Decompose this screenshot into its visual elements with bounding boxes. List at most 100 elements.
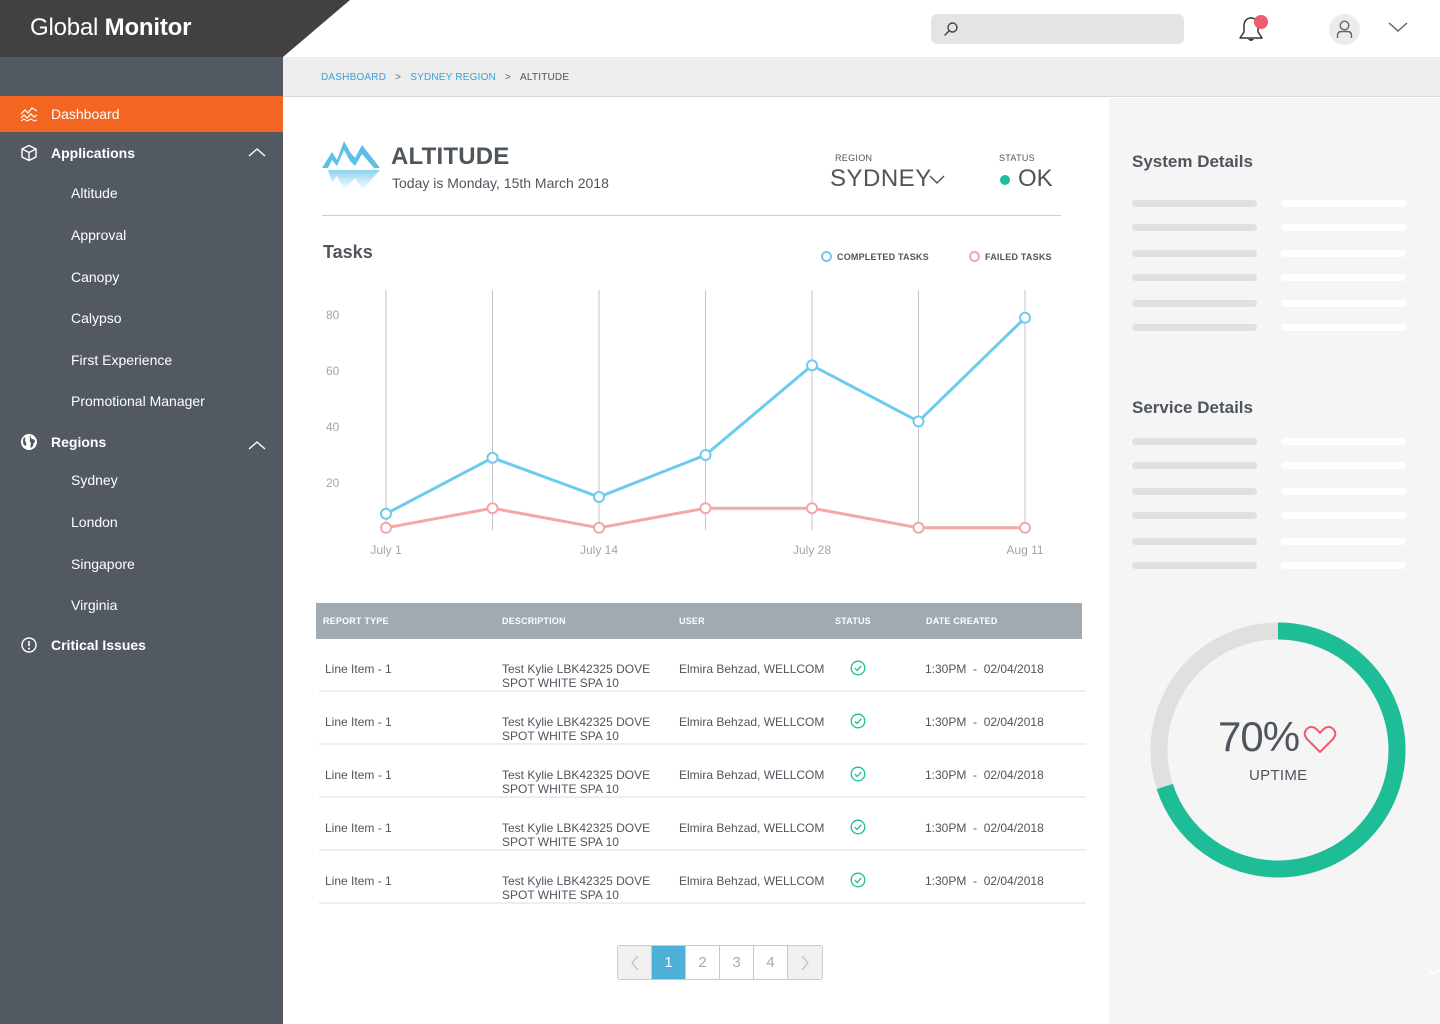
chevron-down-icon[interactable] [929, 175, 945, 185]
notifications-button[interactable] [1236, 14, 1268, 46]
check-circle-icon[interactable] [850, 819, 866, 838]
pagination-page-4[interactable]: 4 [754, 946, 788, 979]
breadcrumb-current: ALTITUDE [520, 72, 570, 83]
data-point-failed-tasks[interactable] [1019, 521, 1031, 534]
data-point-completed-tasks[interactable] [380, 507, 392, 520]
status-value: OK [1018, 165, 1053, 192]
uptime-value: 70% [1218, 713, 1300, 760]
sidebar-subitem-virginia[interactable]: Virginia [0, 590, 283, 620]
sidebar-subitem-first-experience[interactable]: First Experience [0, 345, 283, 375]
heart-icon[interactable] [1303, 725, 1337, 755]
pagination-page-1[interactable]: 1 [652, 946, 686, 979]
search-input[interactable] [967, 14, 1177, 44]
breadcrumb-dashboard[interactable]: DASHBOARD [321, 72, 386, 83]
legend-ring-icon [821, 251, 832, 263]
cell-report-type: Line Item - 1 [325, 821, 392, 835]
cell-report-type: Line Item - 1 [325, 874, 392, 888]
skeleton-line [1281, 300, 1406, 307]
pagination-page-2[interactable]: 2 [686, 946, 720, 979]
sidebar-item-regions[interactable]: Regions [0, 424, 283, 460]
table-body: Line Item - 1 Test Kylie LBK42325 DOVE SP… [316, 639, 1086, 904]
skeleton-line [1132, 438, 1257, 445]
altitude-mountain-logo-icon [322, 141, 380, 190]
sidebar-item-applications[interactable]: Applications [0, 135, 283, 171]
region-dropdown[interactable]: SYDNEY [830, 165, 932, 193]
column-header-date-created[interactable]: DATE CREATED [926, 616, 998, 626]
check-circle-icon[interactable] [850, 660, 866, 679]
breadcrumb-separator: > [395, 72, 402, 83]
region-label: REGION [835, 153, 873, 163]
sidebar-item-critical-issues[interactable]: Critical Issues [0, 627, 283, 663]
pagination: 1 2 3 4 [617, 945, 823, 980]
breadcrumb-sydney-region[interactable]: SYDNEY REGION [410, 72, 496, 83]
data-point-failed-tasks[interactable] [486, 502, 499, 515]
sidebar-item-label: Applications [51, 145, 136, 161]
header-divider [322, 215, 1061, 216]
cell-report-type: Line Item - 1 [325, 768, 392, 782]
user-menu-chevron-icon[interactable] [1387, 20, 1409, 34]
data-point-failed-tasks[interactable] [699, 502, 712, 515]
chevron-up-icon[interactable] [248, 440, 266, 450]
data-point-failed-tasks[interactable] [912, 521, 925, 534]
x-tick-label: Aug 11 [1006, 543, 1043, 557]
skeleton-line [1132, 512, 1257, 519]
column-header-report-type[interactable]: REPORT TYPE [323, 616, 389, 626]
data-point-failed-tasks[interactable] [806, 502, 818, 515]
column-header-description[interactable]: DESCRIPTION [502, 616, 566, 626]
data-point-completed-tasks[interactable] [912, 415, 925, 428]
sidebar-subitem-singapore[interactable]: Singapore [0, 549, 283, 579]
column-header-user[interactable]: USER [679, 616, 705, 626]
panel-scroll-chevron-icon[interactable] [1426, 968, 1440, 976]
y-tick-label: 20 [326, 476, 340, 490]
pagination-prev-button[interactable] [618, 946, 652, 979]
table-row[interactable]: Line Item - 1 Test Kylie LBK42325 DOVE SP… [319, 745, 1086, 798]
check-circle-icon[interactable] [850, 872, 866, 891]
sidebar-subitem-promotional-manager[interactable]: Promotional Manager [0, 386, 283, 416]
sidebar-subitem-label: London [71, 514, 118, 530]
sidebar-subitem-sydney[interactable]: Sydney [0, 465, 283, 495]
table-row[interactable]: Line Item - 1 Test Kylie LBK42325 DOVE SP… [319, 639, 1086, 692]
table-row[interactable]: Line Item - 1 Test Kylie LBK42325 DOVE SP… [319, 851, 1086, 904]
sidebar-subitem-canopy[interactable]: Canopy [0, 262, 283, 292]
sidebar-item-label: Regions [51, 434, 107, 450]
data-point-completed-tasks[interactable] [806, 359, 818, 372]
check-circle-icon[interactable] [850, 713, 866, 732]
globe-icon [21, 434, 37, 450]
sidebar-subitem-label: Approval [71, 227, 127, 243]
column-header-status[interactable]: STATUS [835, 616, 871, 626]
legend-label: FAILED TASKS [985, 252, 1052, 262]
brand-light: Global [30, 14, 99, 41]
data-point-failed-tasks[interactable] [380, 521, 392, 534]
skeleton-line [1132, 562, 1257, 569]
cube-icon [21, 144, 37, 162]
cell-description: Test Kylie LBK42325 DOVE SPOT WHITE SPA … [502, 662, 651, 690]
skeleton-line [1132, 462, 1257, 469]
sidebar-subitem-label: Promotional Manager [71, 393, 205, 409]
data-point-completed-tasks[interactable] [486, 451, 499, 464]
pagination-next-button[interactable] [788, 946, 822, 979]
sidebar-item-label: Critical Issues [51, 637, 146, 653]
data-point-completed-tasks[interactable] [1019, 311, 1031, 324]
sidebar-subitem-approval[interactable]: Approval [0, 220, 283, 250]
chevron-up-icon[interactable] [248, 147, 266, 157]
table-row[interactable]: Line Item - 1 Test Kylie LBK42325 DOVE SP… [319, 798, 1086, 851]
skeleton-line [1281, 488, 1406, 495]
sidebar-subitem-london[interactable]: London [0, 507, 283, 537]
cell-description: Test Kylie LBK42325 DOVE SPOT WHITE SPA … [502, 715, 651, 743]
user-avatar-button[interactable] [1329, 14, 1360, 45]
data-point-completed-tasks[interactable] [593, 491, 605, 503]
chevron-right-icon [801, 955, 809, 970]
table-row[interactable]: Line Item - 1 Test Kylie LBK42325 DOVE SP… [319, 692, 1086, 745]
skeleton-line [1132, 200, 1257, 207]
data-point-failed-tasks[interactable] [593, 521, 605, 534]
search-bar[interactable] [931, 14, 1184, 44]
sidebar-item-dashboard[interactable]: Dashboard [0, 96, 283, 132]
pagination-page-3[interactable]: 3 [720, 946, 754, 979]
brand-bold: Monitor [104, 14, 192, 41]
sidebar-subitem-altitude[interactable]: Altitude [0, 178, 283, 208]
cell-report-type: Line Item - 1 [325, 715, 392, 729]
check-circle-icon[interactable] [850, 766, 866, 785]
data-point-completed-tasks[interactable] [699, 449, 712, 461]
sidebar-subitem-calypso[interactable]: Calypso [0, 303, 283, 333]
app-logo-text[interactable]: Global Monitor [30, 14, 191, 42]
